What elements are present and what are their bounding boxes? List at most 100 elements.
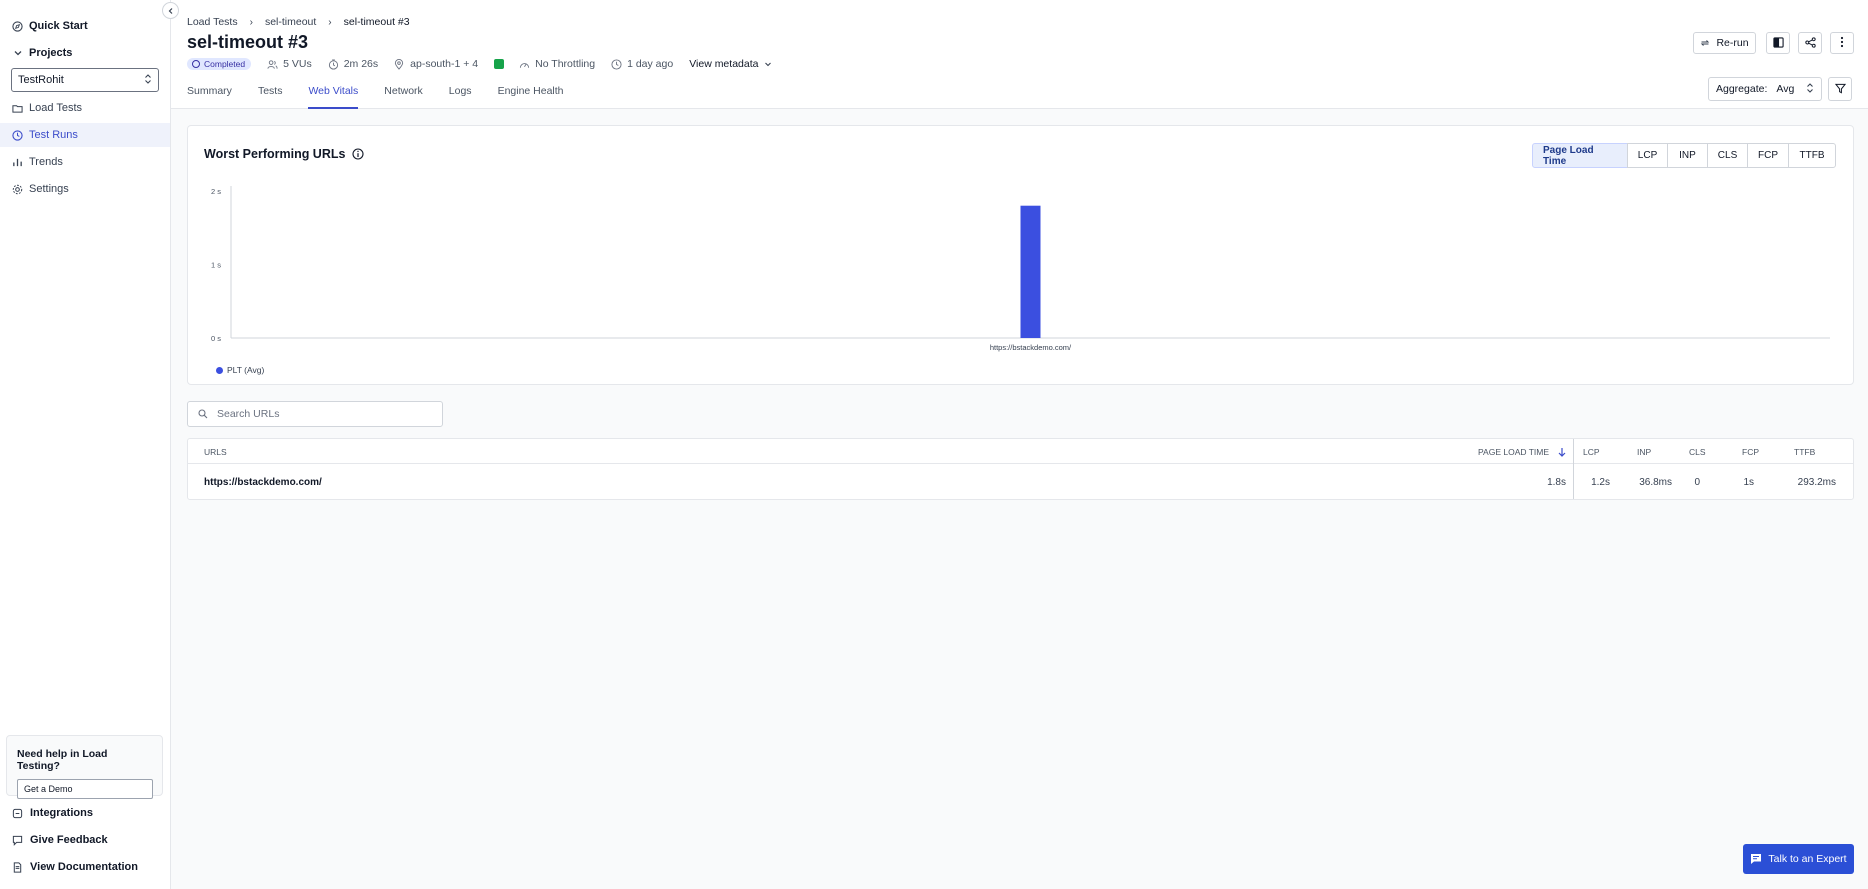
column-label: PAGE LOAD TIME	[1478, 446, 1550, 457]
integrations-link[interactable]: Integrations	[12, 807, 93, 819]
share-button[interactable]	[1798, 32, 1822, 54]
status-icon	[192, 60, 200, 68]
view-metadata-label: View metadata	[689, 58, 759, 70]
project-select-value: TestRohit	[18, 74, 64, 86]
status-label: Completed	[204, 59, 246, 69]
page-header: Load Tests › sel-timeout › sel-timeout #…	[171, 0, 1868, 109]
sidebar-item-label: Load Tests	[29, 102, 83, 114]
project-select[interactable]: TestRohit	[11, 68, 159, 92]
aggregate-select[interactable]: Aggregate: Avg	[1708, 77, 1822, 101]
search-icon	[198, 409, 208, 419]
breadcrumb: Load Tests › sel-timeout › sel-timeout #…	[187, 16, 410, 28]
document-icon	[12, 861, 23, 873]
folder-icon	[12, 103, 23, 114]
column-urls[interactable]: URLS	[204, 439, 227, 464]
tab-bar: Summary Tests Web Vitals Network Logs En…	[187, 83, 590, 109]
tab-logs[interactable]: Logs	[449, 83, 472, 109]
help-card: Need help in Load Testing? Get a Demo	[6, 735, 163, 799]
x-tick-label: https://bstackdemo.com/	[990, 343, 1072, 352]
sidebar-item-quick-start[interactable]: Quick Start	[0, 14, 170, 38]
more-vertical-icon	[1840, 36, 1844, 51]
cell-inp: 36.8ms	[1639, 476, 1672, 488]
chart-bar	[1020, 205, 1041, 338]
cell-fcp: 1s	[1743, 476, 1754, 488]
compare-icon	[1772, 36, 1784, 51]
time-value: 1 day ago	[627, 58, 674, 70]
duration-info: 2m 26s	[328, 58, 378, 70]
share-icon	[1804, 36, 1816, 51]
clock-icon	[611, 58, 622, 70]
integrations-label: Integrations	[30, 807, 93, 819]
view-documentation-label: View Documentation	[30, 861, 138, 873]
y-tick-label: 1 s	[211, 261, 221, 270]
cell-url[interactable]: https://bstackdemo.com/	[204, 464, 322, 500]
chevron-updown-icon	[1806, 82, 1814, 97]
tab-network[interactable]: Network	[384, 83, 423, 109]
column-page-load-time[interactable]: PAGE LOAD TIME	[1478, 439, 1567, 464]
column-inp[interactable]: INP	[1637, 439, 1651, 464]
vus-value: 5 VUs	[283, 58, 312, 70]
duration-value: 2m 26s	[343, 58, 379, 70]
breadcrumb-test[interactable]: sel-timeout	[265, 16, 316, 28]
plug-icon	[12, 808, 23, 819]
y-tick-label: 2 s	[211, 187, 221, 196]
column-fcp[interactable]: FCP	[1742, 439, 1759, 464]
compare-button[interactable]	[1766, 32, 1790, 54]
legend-swatch	[216, 366, 223, 374]
help-card-title: Need help in Load Testing?	[17, 748, 108, 772]
legend-label: PLT (Avg)	[227, 365, 265, 375]
worst-urls-card: Worst Performing URLs Page Load Time LCP…	[187, 125, 1854, 385]
tab-web-vitals[interactable]: Web Vitals	[308, 83, 359, 109]
sidebar-item-settings[interactable]: Settings	[0, 177, 170, 201]
region-info[interactable]: ap-south-1 + 4	[394, 58, 478, 70]
give-feedback-label: Give Feedback	[30, 834, 108, 846]
sidebar-projects-toggle[interactable]: Projects	[0, 41, 170, 65]
collapse-sidebar-button[interactable]	[162, 2, 179, 19]
sidebar-item-load-tests[interactable]: Load Tests	[0, 96, 170, 120]
chart-legend[interactable]: PLT (Avg)	[216, 365, 264, 375]
column-cls[interactable]: CLS	[1689, 439, 1706, 464]
view-metadata-dropdown[interactable]: View metadata	[689, 58, 772, 70]
speedometer-icon	[519, 59, 530, 70]
cell-cls: 0	[1694, 476, 1700, 488]
sidebar-item-test-runs[interactable]: Test Runs	[0, 123, 170, 147]
talk-to-expert-label: Talk to an Expert	[1768, 853, 1847, 865]
filter-icon	[1834, 82, 1846, 97]
talk-to-expert-button[interactable]: Talk to an Expert	[1743, 844, 1854, 874]
sidebar-item-trends[interactable]: Trends	[0, 150, 170, 174]
compass-icon	[12, 20, 23, 32]
sidebar-item-label: Trends	[29, 156, 63, 168]
time-info: 1 day ago	[611, 58, 673, 70]
give-feedback-link[interactable]: Give Feedback	[12, 834, 108, 846]
breadcrumb-load-tests[interactable]: Load Tests	[187, 16, 238, 28]
more-options-button[interactable]	[1830, 32, 1854, 54]
spreadsheet-icon	[494, 59, 505, 69]
search-input[interactable]	[217, 408, 417, 420]
rerun-button[interactable]: Re-run	[1693, 32, 1756, 54]
y-tick-label: 0 s	[211, 334, 221, 343]
cell-page-load-time: 1.8s	[1547, 476, 1566, 488]
column-lcp[interactable]: LCP	[1583, 439, 1600, 464]
feedback-icon	[12, 835, 23, 846]
rerun-label: Re-run	[1716, 37, 1749, 49]
chevron-left-icon	[167, 3, 175, 18]
cell-lcp: 1.2s	[1591, 476, 1610, 488]
status-badge: Completed	[187, 58, 252, 70]
column-ttfb[interactable]: TTFB	[1794, 439, 1815, 464]
refresh-icon	[1700, 38, 1710, 48]
view-documentation-link[interactable]: View Documentation	[12, 861, 138, 873]
search-urls	[187, 401, 443, 427]
location-pin-icon	[394, 58, 405, 70]
sort-desc-icon	[1557, 447, 1567, 457]
sidebar-projects-label: Projects	[29, 47, 73, 59]
urls-table: URLS PAGE LOAD TIME LCP INP CLS FCP TTFB…	[187, 438, 1854, 500]
tab-summary[interactable]: Summary	[187, 83, 232, 109]
filter-button[interactable]	[1828, 77, 1852, 101]
tab-tests[interactable]: Tests	[258, 83, 283, 109]
chevron-down-icon	[764, 60, 772, 68]
bar-chart: 0 s 1 s 2 s https://bstackdemo.com/	[211, 186, 1830, 352]
throttling-value: No Throttling	[535, 58, 596, 70]
tab-engine-health[interactable]: Engine Health	[498, 83, 564, 109]
aggregate-value: Avg	[1776, 83, 1795, 95]
get-demo-button[interactable]: Get a Demo	[17, 779, 153, 799]
